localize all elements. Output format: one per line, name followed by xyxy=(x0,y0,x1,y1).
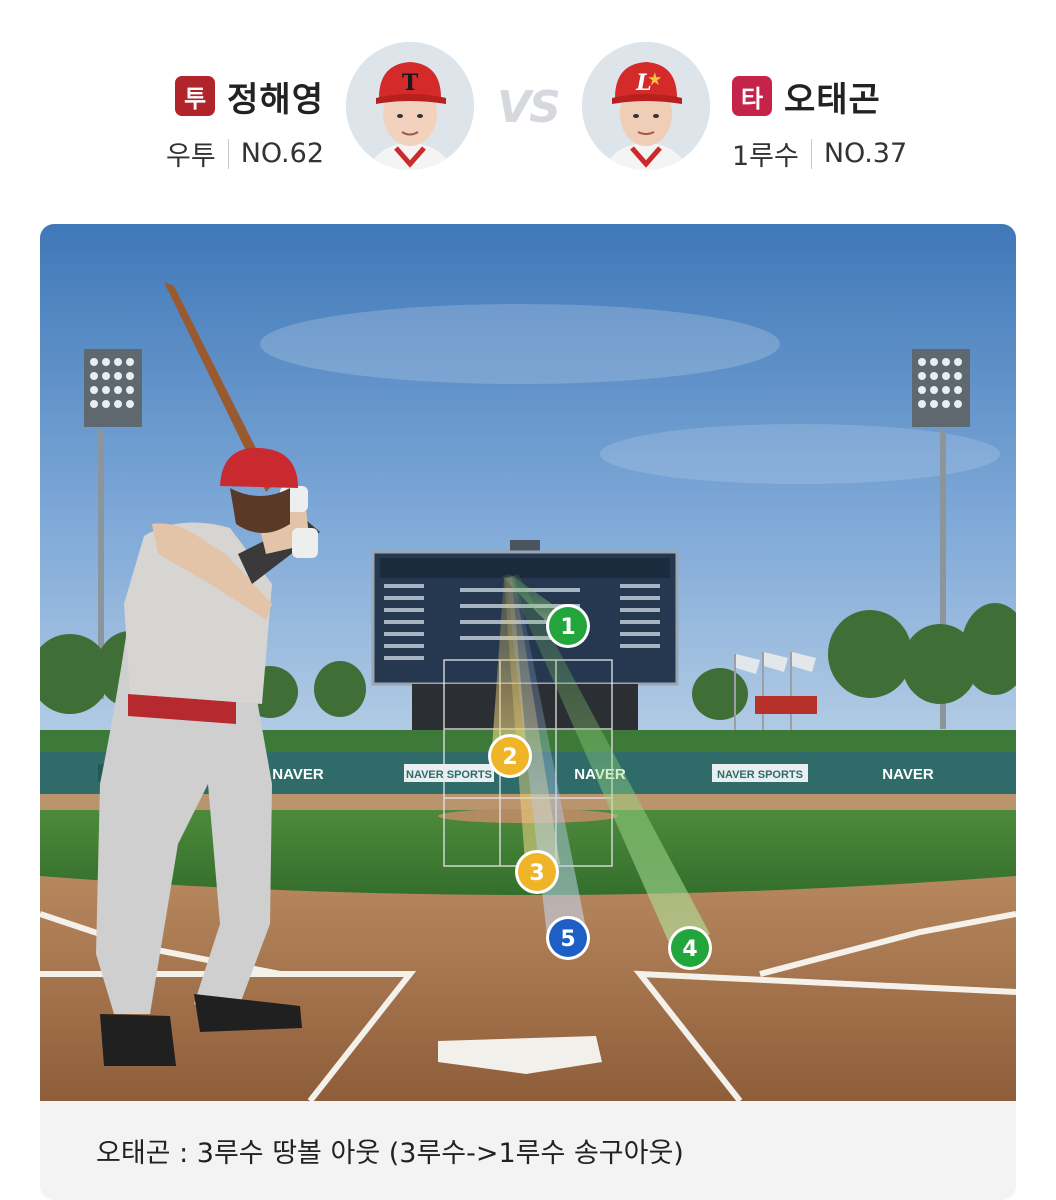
pitch-marker-4[interactable]: 4 xyxy=(668,926,712,970)
sponsor-board: NAVER xyxy=(882,766,934,783)
play-result: 오태곤 : 3루수 땅볼 아웃 (3루수->1루수 송구아웃) xyxy=(40,1101,1016,1200)
svg-text:1: 1 xyxy=(560,615,575,640)
pitch-marker-2[interactable]: 2 xyxy=(488,734,532,778)
divider xyxy=(810,138,812,169)
pitch-marker-5[interactable]: 5 xyxy=(546,916,590,960)
sponsor-board: NAVER xyxy=(272,766,324,783)
player-photo-icon: T xyxy=(346,42,474,170)
play-result-text: 오태곤 : 3루수 땅볼 아웃 (3루수->1루수 송구아웃) xyxy=(96,1138,684,1169)
batter-number: NO.37 xyxy=(823,138,908,169)
stadium-scene: NAVER NAVER NAVER SPORTS NAVER NAVER SPO… xyxy=(40,224,1016,1101)
svg-text:L: L xyxy=(635,70,651,96)
cleat-left xyxy=(100,1014,176,1066)
pitch-marker-1[interactable]: 1 xyxy=(546,604,590,648)
sponsor-board: NAVER SPORTS xyxy=(717,769,803,781)
stadium-illustration: NAVER NAVER NAVER SPORTS NAVER NAVER SPO… xyxy=(40,224,1016,1101)
pitcher-number: NO.62 xyxy=(240,138,324,169)
svg-text:T: T xyxy=(402,70,419,96)
sponsor-board: NAVER SPORTS xyxy=(406,769,492,781)
vs-label: VS xyxy=(497,82,561,133)
divider xyxy=(227,138,229,169)
pitcher-info: 투 정해영 우투 NO.62 xyxy=(166,72,324,173)
batter-position: 1루수 xyxy=(732,141,799,172)
batter-avatar[interactable]: L xyxy=(582,42,710,170)
batter-info: 타 오태곤 1루수 NO.37 xyxy=(732,72,907,173)
svg-text:4: 4 xyxy=(682,937,697,962)
svg-text:3: 3 xyxy=(529,861,544,886)
svg-text:5: 5 xyxy=(560,927,575,952)
pitcher-avatar[interactable]: T xyxy=(346,42,474,170)
svg-text:2: 2 xyxy=(502,745,517,770)
matchup-header: 투 정해영 우투 NO.62 T VS L 타 오태곤 1루수 NO.37 xyxy=(0,0,1056,200)
pitch-panel: NAVER NAVER NAVER SPORTS NAVER NAVER SPO… xyxy=(40,224,1016,1200)
pitch-marker-3[interactable]: 3 xyxy=(515,850,559,894)
pitcher-throw-hand: 우투 xyxy=(166,141,216,172)
pitcher-badge: 투 xyxy=(175,76,216,116)
pitcher-name[interactable]: 정해영 xyxy=(227,72,324,121)
batter-badge: 타 xyxy=(732,76,772,116)
batter-name[interactable]: 오태곤 xyxy=(784,72,881,121)
player-photo-icon: L xyxy=(582,42,710,170)
